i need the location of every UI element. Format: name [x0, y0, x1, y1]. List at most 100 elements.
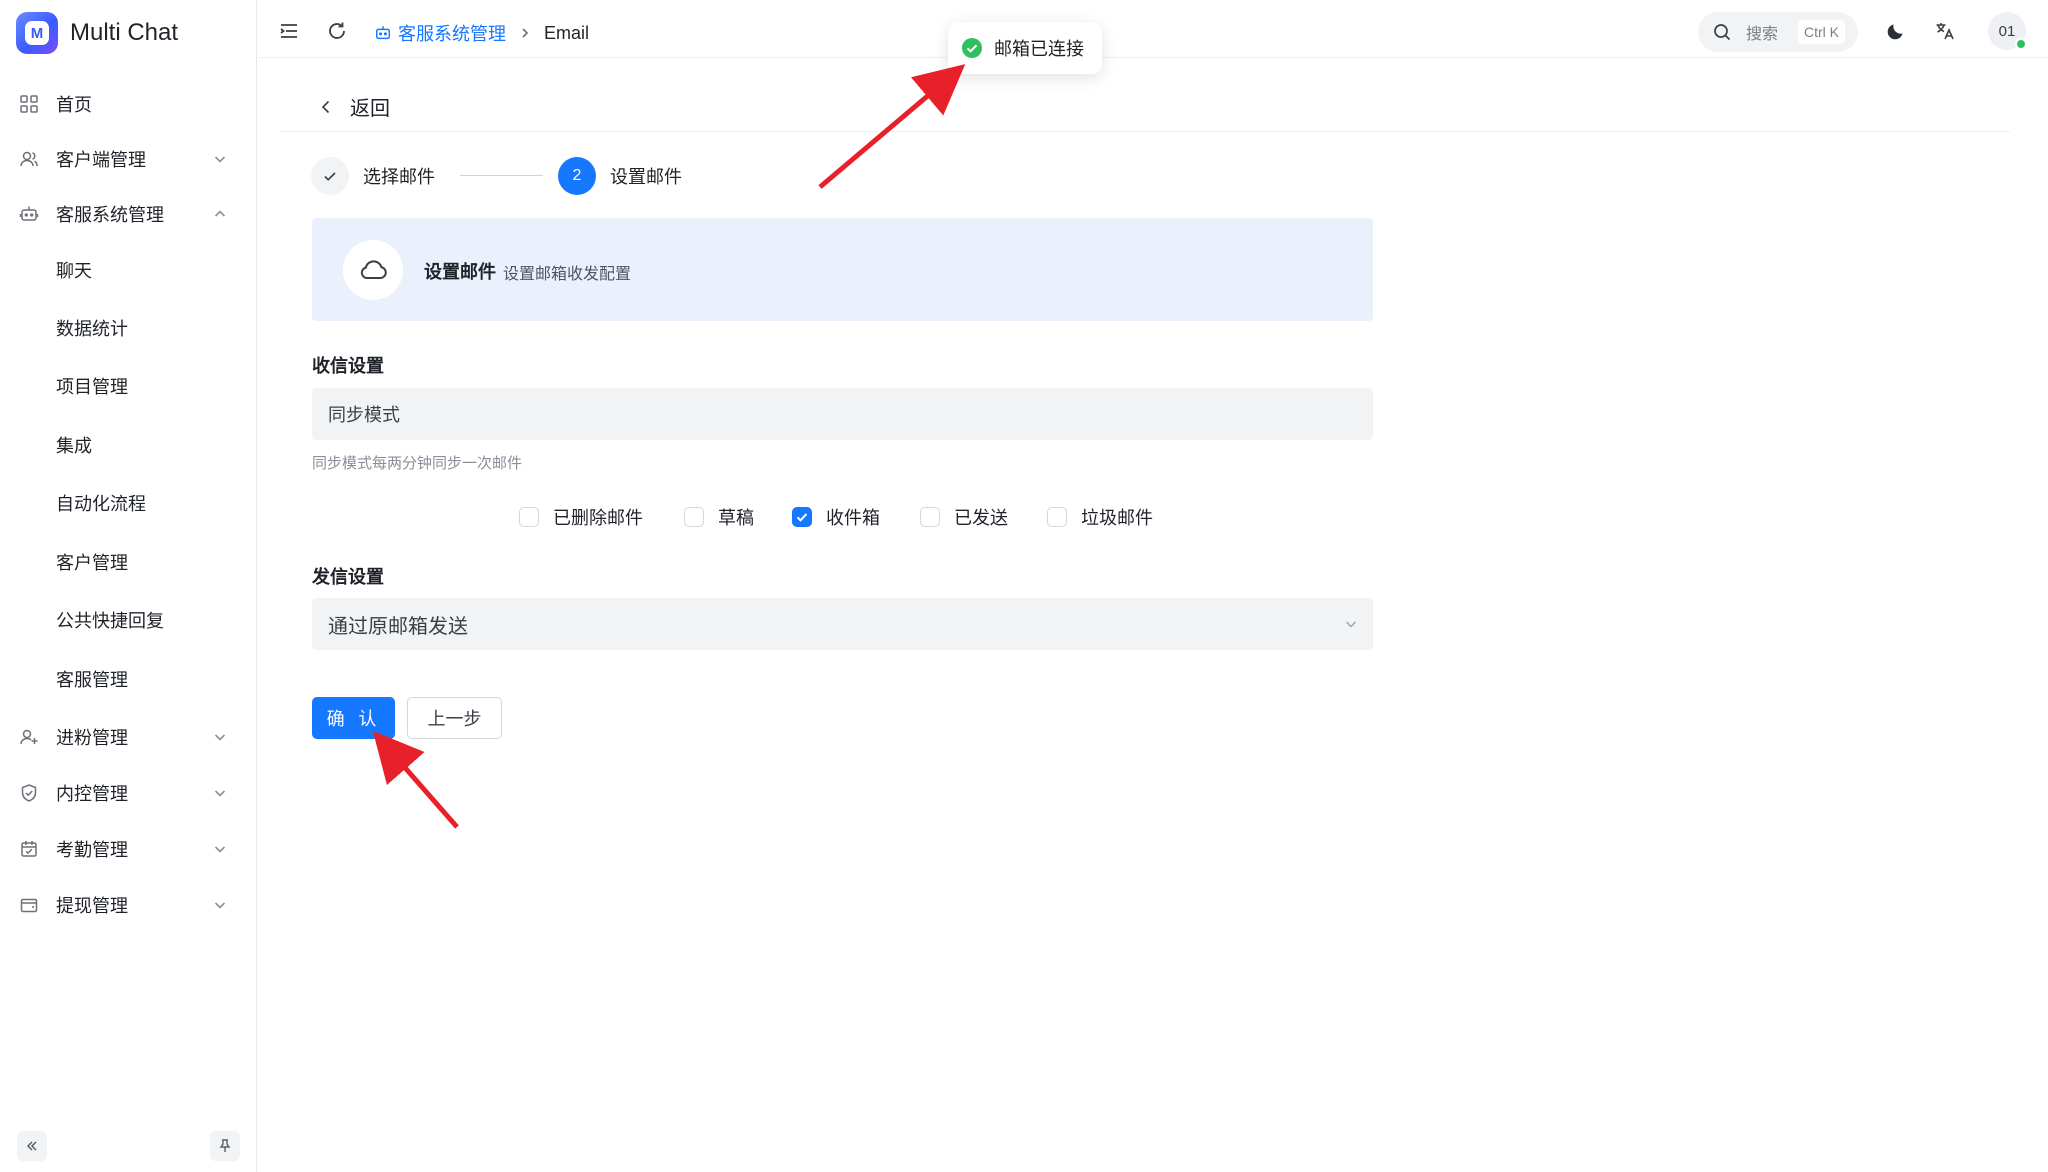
- pin-icon: [219, 1139, 231, 1152]
- step-select-email: 选择邮件: [311, 157, 435, 195]
- collapse-sidebar-button[interactable]: [17, 1131, 47, 1161]
- sidebar: M Multi Chat 首页 客户端管理 客服系统管理 聊天 数据统计 项目管…: [0, 0, 257, 1172]
- double-chevron-left-icon: [26, 1141, 37, 1151]
- send-method-value: 通过原邮箱发送: [328, 613, 468, 638]
- arrow-to-toast: [818, 64, 966, 189]
- sidebar-subitem-label: 自动化流程: [56, 494, 146, 515]
- checkbox-label: 已发送: [954, 508, 1008, 529]
- online-status-dot: [2015, 38, 2027, 50]
- sidebar-subitem-agents[interactable]: 客服管理: [0, 656, 256, 702]
- sidebar-item-cs-system[interactable]: 客服系统管理: [0, 191, 256, 237]
- checkbox-spam[interactable]: 垃圾邮件: [1047, 504, 1153, 530]
- sidebar-subitem-label: 集成: [56, 436, 92, 457]
- checkbox-box[interactable]: [920, 507, 940, 527]
- checkbox-box[interactable]: [684, 507, 704, 527]
- sidebar-item-label: 客服系统管理: [56, 205, 164, 226]
- step-configure-email: 2 设置邮件: [558, 157, 682, 195]
- sidebar-item-label: 提现管理: [56, 896, 128, 917]
- receive-settings-label: 收信设置: [312, 356, 384, 377]
- search-button[interactable]: 搜索 Ctrl K: [1698, 12, 1858, 52]
- user-plus-icon: [20, 729, 38, 745]
- send-method-select[interactable]: 通过原邮箱发送: [312, 598, 1373, 650]
- wallet-icon: [20, 898, 38, 913]
- sidebar-subitem-integration[interactable]: 集成: [0, 422, 256, 468]
- banner-title: 设置邮件: [424, 262, 496, 283]
- success-check-icon: [962, 38, 982, 58]
- chevron-down-icon: [214, 734, 226, 741]
- back-button[interactable]: 返回: [318, 92, 390, 121]
- back-label: 返回: [350, 96, 390, 120]
- breadcrumb: 客服系统管理 Email: [374, 20, 589, 46]
- checkbox-sent[interactable]: 已发送: [920, 504, 1008, 530]
- toast-message: 邮箱已连接: [994, 39, 1084, 60]
- sidebar-item-label: 首页: [56, 95, 92, 116]
- sidebar-subitem-label: 聊天: [56, 261, 92, 282]
- sidebar-subitem-projects[interactable]: 项目管理: [0, 363, 256, 409]
- step-connector: [460, 175, 543, 176]
- pin-sidebar-button[interactable]: [210, 1131, 240, 1161]
- breadcrumb-link-cs-system[interactable]: 客服系统管理: [374, 20, 506, 46]
- checkbox-drafts[interactable]: 草稿: [684, 504, 754, 530]
- chevron-down-icon: [214, 846, 226, 853]
- moon-icon[interactable]: [1885, 20, 1907, 42]
- sidebar-subitem-customers[interactable]: 客户管理: [0, 539, 256, 585]
- previous-step-button[interactable]: 上一步: [407, 697, 502, 739]
- sidebar-item-label: 客户端管理: [56, 150, 146, 171]
- search-placeholder: 搜索: [1746, 24, 1779, 43]
- banner-description: 设置邮箱收发配置: [503, 264, 632, 283]
- checkbox-label: 已删除邮件: [553, 508, 643, 529]
- checkbox-box[interactable]: [1047, 507, 1067, 527]
- chevron-down-icon: [1346, 621, 1356, 628]
- step-done-indicator: [311, 157, 349, 195]
- sidebar-subitem-label: 公共快捷回复: [56, 611, 164, 632]
- logo-icon: M: [16, 12, 58, 54]
- sidebar-subitem-quick-replies[interactable]: 公共快捷回复: [0, 597, 256, 643]
- app-logo[interactable]: M Multi Chat: [16, 12, 178, 54]
- sidebar-item-attendance[interactable]: 考勤管理: [0, 826, 256, 872]
- checkbox-deleted[interactable]: 已删除邮件: [519, 504, 643, 530]
- translate-icon[interactable]: [1934, 20, 1956, 42]
- arrow-to-confirm: [372, 730, 459, 829]
- chevron-down-icon: [214, 156, 226, 163]
- send-settings-label: 发信设置: [312, 567, 384, 588]
- menu-toggle-icon[interactable]: [278, 20, 300, 42]
- app-title: Multi Chat: [70, 19, 179, 46]
- cloud-icon-wrapper: [343, 240, 403, 300]
- sidebar-item-client-management[interactable]: 客户端管理: [0, 136, 256, 182]
- refresh-icon[interactable]: [326, 20, 348, 42]
- sidebar-subitem-data-stats[interactable]: 数据统计: [0, 305, 256, 351]
- checkbox-label: 收件箱: [826, 508, 880, 529]
- sidebar-item-label: 进粉管理: [56, 728, 128, 749]
- confirm-button[interactable]: 确 认: [312, 697, 395, 739]
- sidebar-item-internal-control[interactable]: 内控管理: [0, 770, 256, 816]
- sidebar-subitem-automation[interactable]: 自动化流程: [0, 480, 256, 526]
- chevron-up-icon: [214, 210, 226, 217]
- calendar-check-icon: [21, 841, 37, 857]
- step-label: 选择邮件: [363, 167, 435, 188]
- sidebar-subitem-label: 项目管理: [56, 377, 128, 398]
- checkbox-box[interactable]: [519, 507, 539, 527]
- step-number: 2: [558, 157, 596, 195]
- annotation-arrows: [372, 64, 966, 829]
- sidebar-item-home[interactable]: 首页: [0, 81, 256, 127]
- sidebar-item-fans[interactable]: 进粉管理: [0, 714, 256, 760]
- chevron-down-icon: [214, 902, 226, 909]
- chevron-right-icon: [522, 28, 529, 38]
- search-icon: [1714, 24, 1731, 41]
- sync-mode-hint: 同步模式每两分钟同步一次邮件: [312, 454, 523, 472]
- checkbox-inbox[interactable]: 收件箱: [792, 504, 880, 530]
- sidebar-subitem-chat[interactable]: 聊天: [0, 247, 256, 293]
- checkbox-label: 草稿: [718, 508, 754, 529]
- success-toast: 邮箱已连接: [948, 22, 1102, 74]
- sidebar-item-label: 内控管理: [56, 784, 128, 805]
- breadcrumb-parent-label: 客服系统管理: [398, 24, 506, 45]
- robot-icon: [19, 206, 39, 221]
- divider: [280, 131, 2010, 132]
- sidebar-item-withdrawal[interactable]: 提现管理: [0, 882, 256, 928]
- checkbox-label: 垃圾邮件: [1081, 508, 1153, 529]
- checkbox-box[interactable]: [792, 507, 812, 527]
- robot-icon: [375, 26, 391, 40]
- cloud-icon: [360, 260, 387, 279]
- info-banner: 设置邮件 设置邮箱收发配置: [312, 218, 1373, 321]
- sync-mode-field[interactable]: 同步模式: [312, 388, 1373, 440]
